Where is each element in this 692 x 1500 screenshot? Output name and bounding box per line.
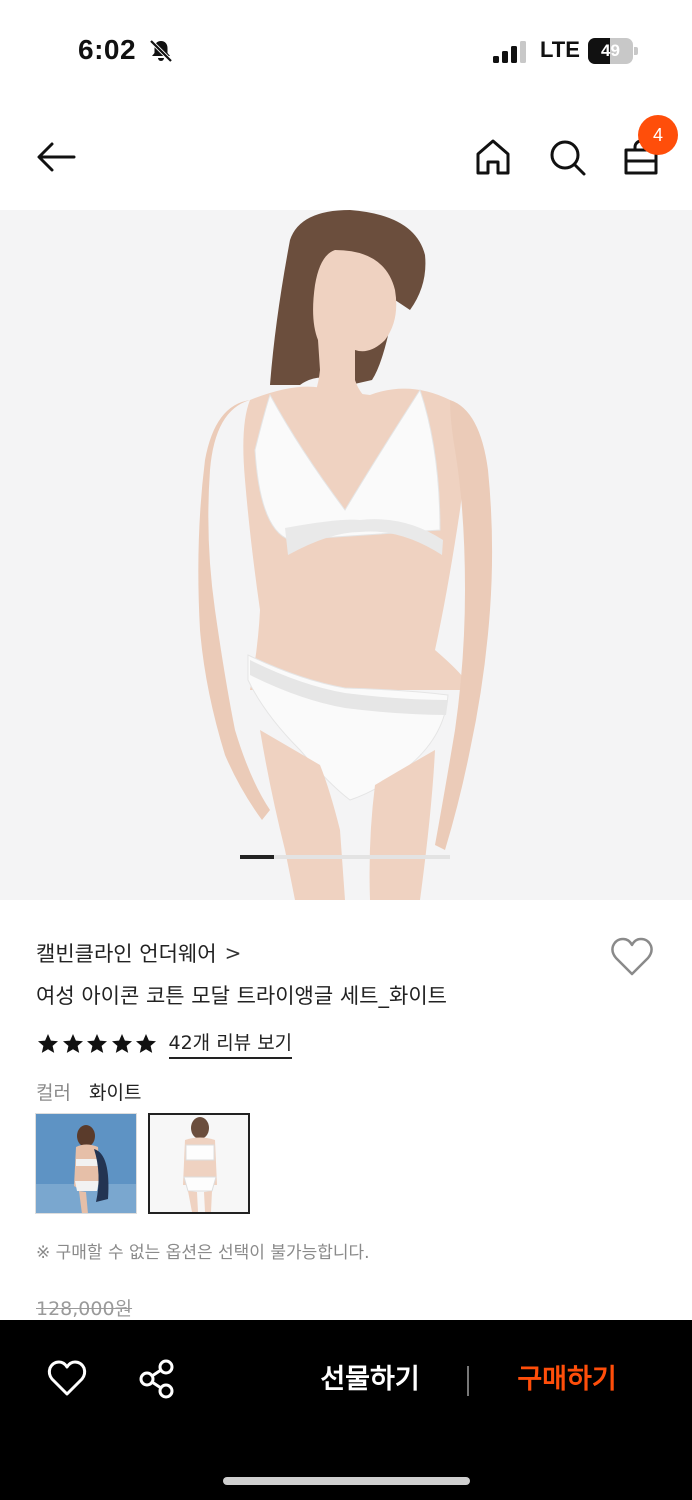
product-photo [198, 210, 493, 900]
share-button[interactable] [135, 1357, 179, 1401]
status-time: 6:02 [78, 34, 137, 65]
wishlist-button[interactable] [609, 935, 655, 979]
gift-button[interactable]: 선물하기 [300, 1355, 440, 1405]
review-link[interactable]: 42개 리뷰 보기 [168, 1028, 293, 1059]
product-title: 여성 아이콘 코튼 모달 트라이앵글 세트_화이트 [36, 984, 447, 1008]
home-button[interactable] [471, 135, 515, 179]
signal-icon [493, 41, 526, 63]
search-icon [550, 140, 586, 176]
option-notice: ※ 구매할 수 없는 옵션은 선택이 불가능합니다. [36, 1243, 370, 1263]
star-icon [87, 1033, 107, 1053]
carousel-progress-indicator [240, 855, 274, 859]
battery-icon: 49 [588, 38, 638, 64]
home-indicator [223, 1477, 470, 1485]
button-divider [467, 1366, 469, 1396]
rating-row: 42개 리뷰 보기 [36, 1028, 293, 1059]
buy-button[interactable]: 구매하기 [497, 1355, 637, 1405]
network-type: LTE [540, 37, 580, 62]
brand-name: 캘빈클라인 언더웨어 [36, 942, 217, 966]
option-thumbnail [150, 1115, 248, 1212]
bell-off-icon [149, 39, 173, 63]
color-option-1[interactable] [35, 1113, 137, 1214]
rating-stars [36, 1032, 159, 1056]
star-icon [111, 1033, 132, 1053]
status-bar: 6:02 LTE 49 [0, 0, 692, 100]
product-image[interactable] [0, 210, 692, 900]
heart-icon [611, 937, 653, 976]
bottom-wishlist-button[interactable] [45, 1357, 89, 1401]
brand-link[interactable]: 캘빈클라인 언더웨어 > [36, 938, 241, 968]
search-button[interactable] [545, 135, 589, 179]
color-value: 화이트 [89, 1082, 142, 1104]
color-row: 컬러 화이트 [36, 1078, 141, 1105]
share-icon [139, 1359, 174, 1399]
battery-level: 49 [601, 41, 620, 60]
back-arrow-icon [37, 142, 76, 172]
color-label: 컬러 [36, 1082, 71, 1104]
back-button[interactable] [34, 135, 78, 179]
star-icon [136, 1033, 156, 1053]
option-thumbnail [36, 1114, 136, 1213]
chevron-right-icon: > [224, 941, 242, 965]
star-icon [38, 1033, 58, 1053]
bottom-action-bar [0, 1320, 692, 1500]
home-icon [476, 139, 510, 175]
cart-count-badge: 4 [638, 115, 678, 155]
original-price: 128,000원 [36, 1298, 133, 1320]
color-option-2[interactable] [148, 1113, 250, 1214]
heart-icon [47, 1360, 87, 1396]
star-icon [62, 1033, 83, 1053]
top-navigation [0, 100, 692, 210]
